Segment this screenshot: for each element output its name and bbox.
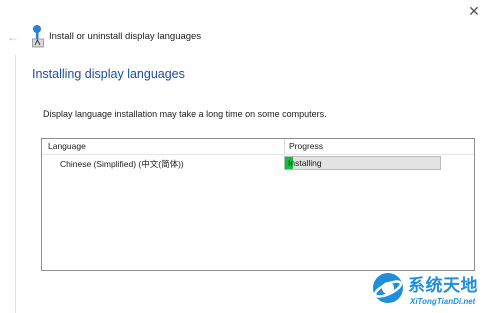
column-header-progress[interactable]: Progress (289, 139, 469, 154)
progress-status: Installing (288, 158, 322, 168)
watermark: 系统天地 XiTongTianDi.net (372, 271, 489, 313)
installation-note: Display language installation may take a… (43, 109, 327, 119)
title-bar: ✕ ← Install or uninstall display languag… (0, 0, 489, 54)
header-divider (42, 154, 474, 155)
language-name: Chinese (Simplified) (中文(简体)) (60, 159, 184, 169)
language-list[interactable]: Language Progress Chinese (Simplified) (… (41, 138, 475, 271)
watermark-title: 系统天地 (408, 276, 478, 296)
watermark-logo-icon (373, 273, 403, 303)
window-title: Install or uninstall display languages (49, 31, 202, 42)
language-app-icon (32, 25, 44, 48)
progress-bar: Installing (284, 156, 441, 170)
back-arrow-icon[interactable]: ← (7, 30, 19, 44)
column-header-language[interactable]: Language (48, 139, 285, 154)
close-icon[interactable]: ✕ (465, 2, 483, 20)
watermark-url: XiTongTianDi.net (410, 297, 476, 306)
page-heading: Installing display languages (32, 67, 185, 81)
